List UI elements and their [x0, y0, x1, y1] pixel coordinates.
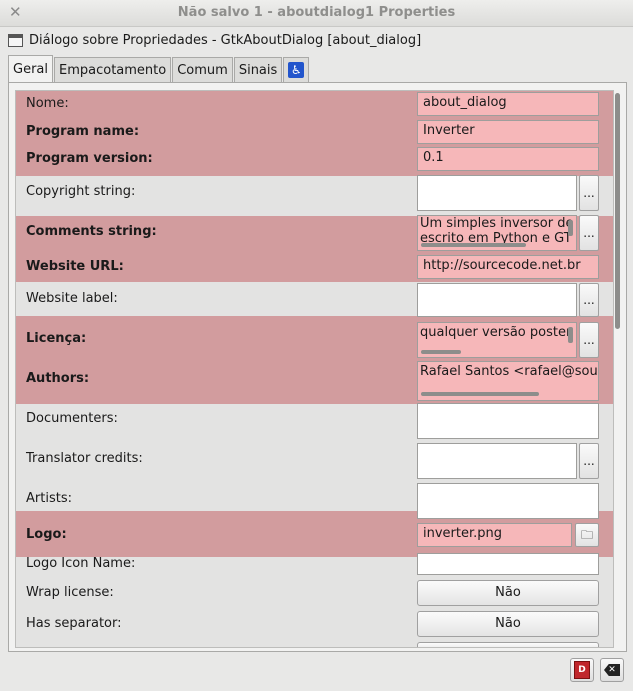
accessibility-icon: ♿	[288, 62, 305, 78]
comments-field[interactable]: Um simples inversor de escrito em Python…	[417, 215, 577, 251]
label-has-separator: Has separator:	[26, 616, 122, 631]
properties-list: Nome: about_dialog Program name: Inverte…	[15, 90, 614, 648]
logo-field[interactable]: inverter.png	[417, 523, 572, 547]
clear-icon: ✕	[604, 664, 620, 676]
label-logo: Logo:	[26, 527, 67, 542]
tab-comum[interactable]: Comum	[172, 57, 233, 82]
label-copyright: Copyright string:	[26, 184, 136, 199]
program-version-field[interactable]: 0.1	[417, 147, 599, 171]
wrap-license-toggle[interactable]: Não	[417, 580, 599, 606]
authors-field[interactable]: Rafael Santos <rafael@sourc	[417, 361, 599, 401]
vertical-scrollbar[interactable]	[615, 90, 621, 646]
copyright-edit-button[interactable]: ...	[579, 175, 599, 211]
comments-vscroll[interactable]	[568, 220, 573, 236]
website-label-field[interactable]	[417, 283, 577, 317]
dialog-icon	[8, 33, 23, 47]
comments-line-1: Um simples inversor de	[420, 216, 574, 231]
authors-text: Rafael Santos <rafael@sourc	[420, 364, 599, 379]
scrollbar-thumb[interactable]	[615, 93, 620, 329]
title-bar: ✕ Não salvo 1 - aboutdialog1 Properties	[0, 0, 633, 27]
tab-accessibility[interactable]: ♿	[283, 57, 310, 82]
translator-credits-field[interactable]	[417, 443, 577, 479]
tab-empacotamento[interactable]: Empacotamento	[54, 57, 172, 82]
licenca-vscroll[interactable]	[568, 327, 573, 343]
comments-hscroll[interactable]	[421, 243, 526, 247]
label-translator-credits: Translator credits:	[26, 451, 143, 466]
label-logo-icon-name: Logo Icon Name:	[26, 556, 136, 571]
label-program-version: Program version:	[26, 151, 153, 166]
docs-button[interactable]: D	[570, 658, 594, 682]
clear-button[interactable]: ✕	[600, 658, 624, 682]
licenca-edit-button[interactable]: ...	[579, 322, 599, 358]
program-name-field[interactable]: Inverter	[417, 120, 599, 144]
film-doc-icon: D	[574, 661, 590, 679]
properties-header: Diálogo sobre Propriedades - GtkAboutDia…	[8, 30, 421, 50]
website-url-field[interactable]: http://sourcecode.net.br	[417, 255, 599, 279]
artists-field[interactable]	[417, 483, 599, 519]
window-title: Não salvo 1 - aboutdialog1 Properties	[177, 5, 456, 20]
next-property-partial[interactable]	[417, 642, 599, 647]
label-nome: Nome:	[26, 96, 69, 111]
has-separator-toggle[interactable]: Não	[417, 611, 599, 637]
website-label-edit-button[interactable]: ...	[579, 283, 599, 317]
label-website-url: Website URL:	[26, 259, 124, 274]
tab-geral[interactable]: Geral	[8, 55, 53, 83]
label-artists: Artists:	[26, 491, 72, 506]
licenca-field[interactable]: qualquer versão poster	[417, 322, 577, 358]
logo-icon-name-field[interactable]	[417, 553, 599, 575]
properties-panel: Nome: about_dialog Program name: Inverte…	[8, 82, 627, 652]
label-website-label: Website label:	[26, 291, 118, 306]
authors-hscroll[interactable]	[421, 392, 539, 396]
tab-bar: Geral Empacotamento Comum Sinais ♿	[8, 55, 310, 83]
tab-sinais[interactable]: Sinais	[233, 57, 283, 82]
label-licenca: Licença:	[26, 331, 87, 346]
folder-icon: 🗀	[580, 528, 593, 542]
label-comments: Comments string:	[26, 224, 157, 239]
documenters-field[interactable]	[417, 403, 599, 439]
nome-field[interactable]: about_dialog	[417, 92, 599, 116]
label-wrap-license: Wrap license:	[26, 585, 114, 600]
licenca-text: qualquer versão poster	[420, 325, 572, 340]
translator-credits-edit-button[interactable]: ...	[579, 443, 599, 479]
label-authors: Authors:	[26, 371, 90, 386]
header-text: Diálogo sobre Propriedades - GtkAboutDia…	[29, 32, 422, 48]
label-documenters: Documenters:	[26, 411, 118, 426]
licenca-hscroll[interactable]	[421, 350, 461, 354]
copyright-field[interactable]	[417, 175, 577, 211]
label-program-name: Program name:	[26, 124, 140, 139]
logo-browse-button[interactable]: 🗀	[575, 523, 599, 547]
comments-edit-button[interactable]: ...	[579, 215, 599, 251]
